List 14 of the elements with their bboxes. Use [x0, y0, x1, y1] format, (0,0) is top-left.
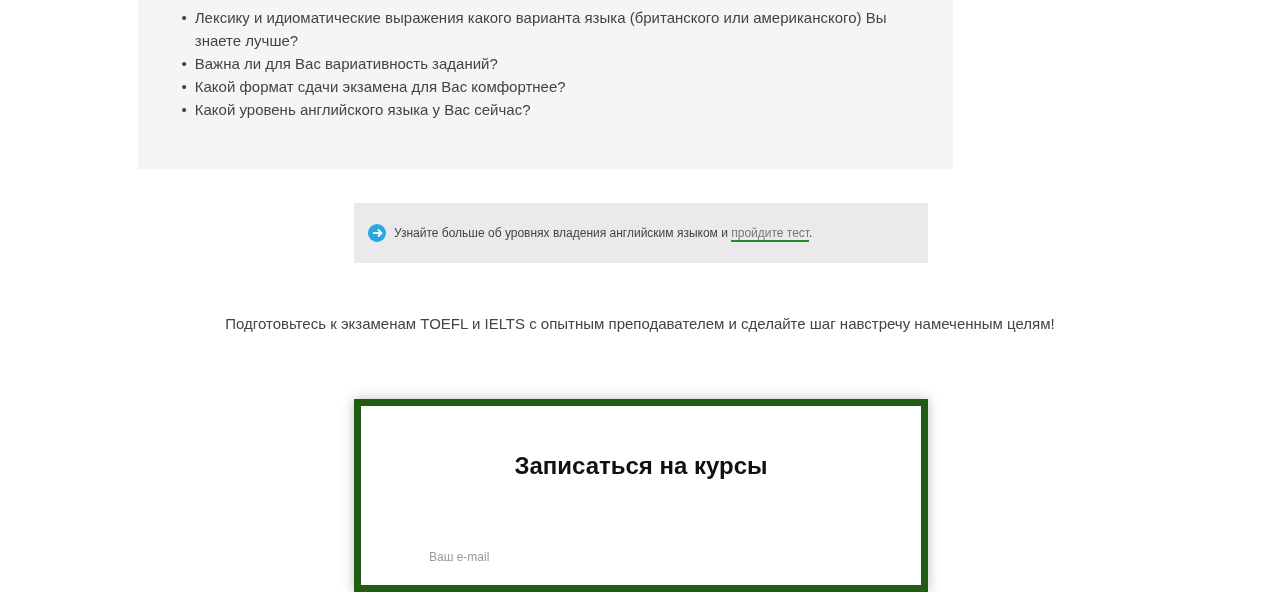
question-item: Какой уровень английского языка у Вас сейчас? — [194, 100, 531, 120]
question-item: Какой формат сдачи экзамена для Вас комфортнее? — [194, 77, 566, 97]
form-title: Записаться на курсы — [513, 451, 769, 480]
bullet: • — [181, 77, 187, 97]
question-item: Важна ли для Вас вариативность заданий? — [194, 54, 498, 74]
bullet: • — [181, 100, 187, 120]
bullet: • — [181, 8, 187, 28]
arrow-right-icon — [368, 223, 386, 242]
email-field-label: Ваш e-mail — [429, 549, 491, 564]
info-text: Узнайте больше об уровнях владения английским языком и пройдите тест. — [394, 225, 813, 240]
question-item: Лексику и идиоматические выражения какого варианта языка (британского или американского) Вы знаете лучше? — [194, 8, 888, 51]
call-to-action-text: Подготовьтесь к экзаменам TOEFL и IELTS с опытным преподавателем и сделайте шаг навстречу намеченным целям! — [225, 314, 1055, 332]
bullet: • — [181, 54, 187, 74]
test-link[interactable]: пройдите тест — [731, 225, 810, 242]
